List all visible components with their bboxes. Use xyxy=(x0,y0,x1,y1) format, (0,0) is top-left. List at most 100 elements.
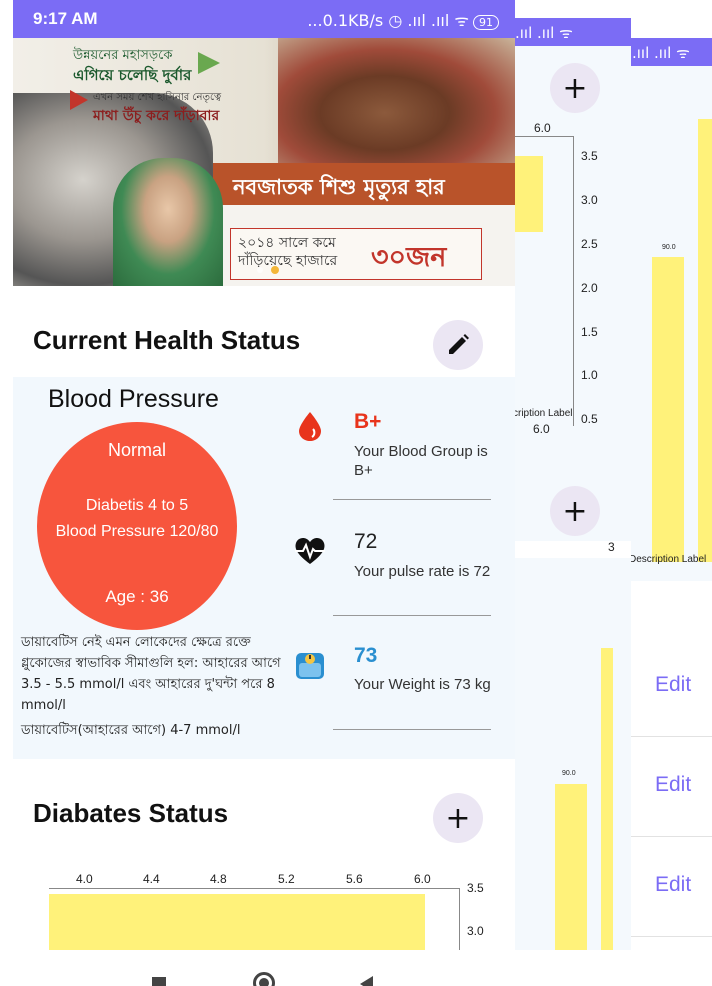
blood-drop-icon xyxy=(299,412,321,441)
axis-line xyxy=(49,888,460,889)
add-button[interactable]: + xyxy=(550,486,600,536)
tick-label: 4.4 xyxy=(143,872,160,886)
glucose-info-text-2: ডায়াবেটিস(আহারের আগে) 4-7 mmol/l xyxy=(21,723,241,738)
carousel-dot-active[interactable] xyxy=(271,266,279,274)
banner-slogan-2: এগিয়ে চলেছি দুর্বার xyxy=(73,66,192,84)
tick-label: 5.2 xyxy=(278,872,295,886)
blood-group-value: B+ xyxy=(354,410,382,433)
tick-label: 5.6 xyxy=(346,872,363,886)
home-button[interactable] xyxy=(253,972,275,986)
system-nav-bar xyxy=(0,950,712,986)
axis-line xyxy=(513,136,573,137)
status-icons: ...0.1KB/s ◷ .ııl .ııl ᯤ 91 xyxy=(307,9,499,31)
battery-icon: 91 xyxy=(473,15,499,30)
blood-group-desc: Your Blood Group is B+ xyxy=(354,443,488,479)
add-diabetes-button[interactable]: + xyxy=(433,793,483,843)
tick-label: 3.0 xyxy=(467,924,484,938)
blood-pressure-value: Blood Pressure 120/80 xyxy=(55,523,219,540)
front-screen: 9:17 AM ...0.1KB/s ◷ .ııl .ııl ᯤ 91 উন্নয… xyxy=(13,0,515,950)
bar-value-label: 90.0 xyxy=(662,244,676,251)
status-bar-partial: .ııl .ııl ᯤ xyxy=(628,38,712,66)
tick-label: 6.0 xyxy=(533,422,550,436)
blood-pressure-title: Blood Pressure xyxy=(48,385,219,413)
chart-bar xyxy=(49,894,425,950)
recent-apps-button[interactable] xyxy=(152,977,166,986)
edit-health-button[interactable] xyxy=(433,320,483,370)
pulse-value: 72 xyxy=(354,530,378,553)
edit-row[interactable]: Edit xyxy=(628,837,712,937)
current-health-title: Current Health Status xyxy=(33,325,301,355)
divider xyxy=(333,615,491,616)
status-bar: 9:17 AM ...0.1KB/s ◷ .ııl .ııl ᯤ 91 xyxy=(13,0,515,38)
axis-line xyxy=(459,888,460,950)
chart-bar xyxy=(698,119,712,562)
background-screen-2: .ııl .ııl ᯤ + 6.0 3.5 3.0 2.5 2.0 1.5 1.… xyxy=(513,18,631,968)
diabetes-status-title: Diabates Status xyxy=(33,798,229,828)
network-icons: ...0.1KB/s ◷ .ııl .ııl ᯤ xyxy=(307,11,469,30)
plus-icon: + xyxy=(562,70,588,106)
pencil-icon xyxy=(449,334,469,354)
tick-label: 6.0 xyxy=(534,121,551,135)
plus-icon: + xyxy=(562,493,588,529)
diabetes-chart: 4.0 4.4 4.8 5.2 5.6 6.0 3.5 3.0 xyxy=(13,860,515,950)
chart-bar xyxy=(601,648,613,968)
edit-link[interactable]: Edit xyxy=(655,873,691,897)
description-label: Description Label xyxy=(629,554,707,565)
health-status-panel: Blood Pressure Normal Diabetis 4 to 5 Bl… xyxy=(13,377,515,759)
bar-value-label: 90.0 xyxy=(562,770,576,777)
chart-bar xyxy=(513,156,543,232)
signal-icons: .ııl .ııl ᯤ xyxy=(632,44,690,62)
tick-label: 0.5 xyxy=(581,412,598,426)
promo-banner[interactable]: উন্নয়নের মহাসড়কে এগিয়ে চলেছি দুর্বার … xyxy=(13,38,515,286)
health-status: Normal xyxy=(107,440,166,460)
banner-stat-text: ২০১৪ সালে কমে দাঁড়িয়েছে হাজারে xyxy=(238,235,338,269)
tick-label: 2.0 xyxy=(581,281,598,295)
tick-label: 3.0 xyxy=(581,193,598,207)
divider xyxy=(333,729,491,730)
tick-label: 4.8 xyxy=(210,872,227,886)
axis-line xyxy=(573,136,574,426)
chart-panel: + 6.0 3.5 3.0 2.5 2.0 1.5 1.0 0.5 cripti… xyxy=(513,46,631,541)
banner-headline: নবজাতক শিশু মৃত্যুর হার xyxy=(233,175,445,199)
arrow-icon xyxy=(70,90,88,110)
edit-link[interactable]: Edit xyxy=(655,673,691,697)
pulse-desc: Your pulse rate is 72 xyxy=(354,563,491,580)
banner-photo-mother-child xyxy=(278,38,515,163)
chart-panel: 90.0 Description Label xyxy=(628,66,712,581)
edit-link[interactable]: Edit xyxy=(655,773,691,797)
chart-bar xyxy=(555,784,587,968)
tick-label: 1.5 xyxy=(581,325,598,339)
banner-photo-leader-2 xyxy=(113,158,223,286)
weight-desc: Your Weight is 73 kg xyxy=(354,676,491,693)
chart-panel: 90.0 xyxy=(513,558,631,968)
signal-icons: .ııl .ııl ᯤ xyxy=(515,24,573,42)
heartbeat-icon xyxy=(295,537,325,564)
tick-label: 3.5 xyxy=(581,149,598,163)
tick-label: 3 xyxy=(608,540,615,554)
scale-icon xyxy=(296,653,324,679)
tick-label: 1.0 xyxy=(581,368,598,382)
diabetis-range: Diabetis 4 to 5 xyxy=(85,497,189,514)
banner-slogan-4: মাথা উঁচু করে দাঁড়াবার xyxy=(93,108,220,124)
description-label: cription Label xyxy=(513,408,573,419)
divider xyxy=(333,499,491,500)
glucose-info-text: ডায়াবেটিস নেই এমন লোকেদের ক্ষেত্রে রক্ত… xyxy=(21,635,281,713)
tick-label: 3.5 xyxy=(467,881,484,895)
edit-row[interactable]: Edit xyxy=(628,637,712,737)
add-button[interactable]: + xyxy=(550,63,600,113)
banner-stat-number: ৩০জন xyxy=(371,242,447,273)
screen-stack: .ııl .ııl ᯤ 90.0 Description Label Edit … xyxy=(0,0,712,986)
tick-label: 4.0 xyxy=(76,872,93,886)
banner-stat-box: ২০১৪ সালে কমে দাঁড়িয়েছে হাজারে ৩০জন xyxy=(230,228,482,280)
carousel-dot[interactable] xyxy=(257,267,263,273)
tick-label: 6.0 xyxy=(414,872,431,886)
back-button[interactable] xyxy=(360,976,373,986)
arrow-icon xyxy=(198,52,220,74)
plus-icon: + xyxy=(445,800,471,836)
edit-row[interactable]: Edit xyxy=(628,737,712,837)
tick-label: 2.5 xyxy=(581,237,598,251)
status-bar-partial: .ııl .ııl ᯤ xyxy=(513,18,631,46)
status-time: 9:17 AM xyxy=(33,9,98,28)
weight-value: 73 xyxy=(354,644,378,667)
age-value: Age : 36 xyxy=(105,587,169,606)
